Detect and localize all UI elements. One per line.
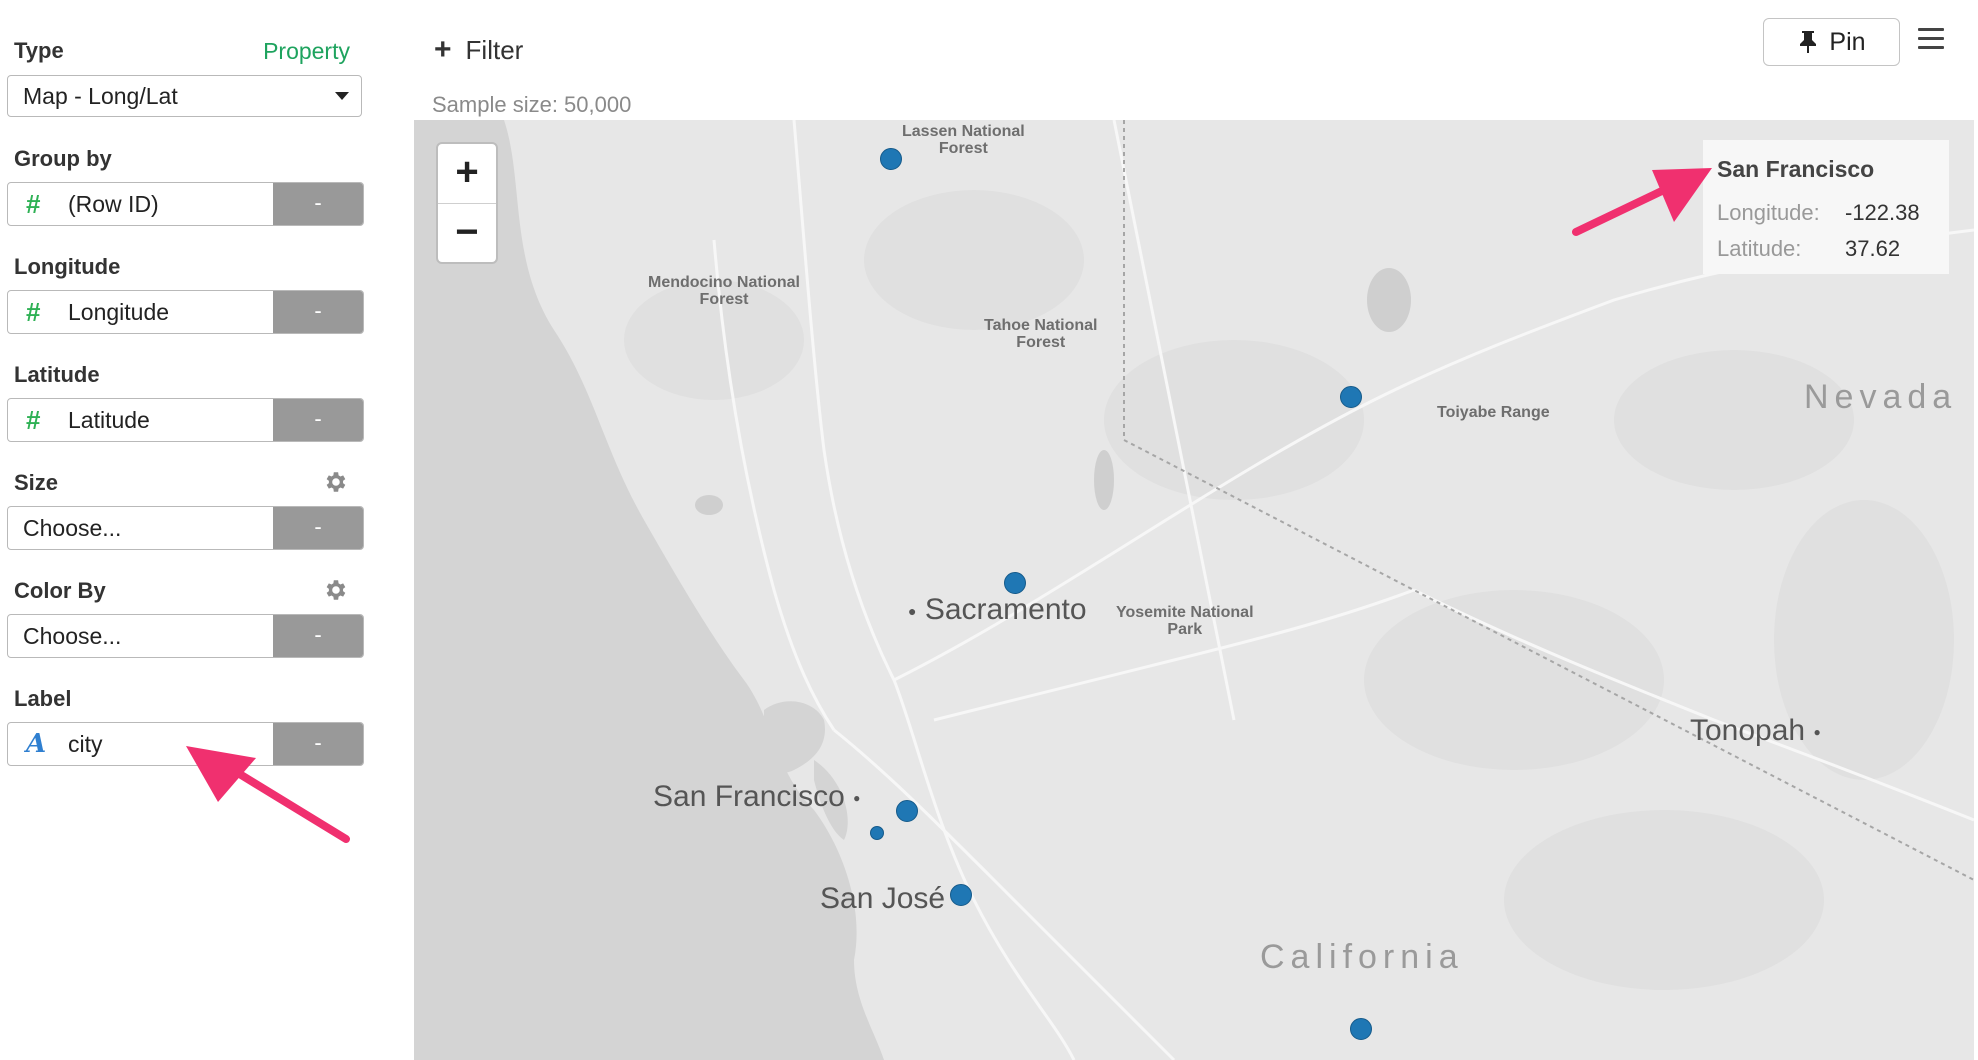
city-sacramento: ● Sacramento [908, 593, 1087, 626]
longitude-label: Longitude [14, 254, 121, 279]
tooltip-longitude-label: Longitude: [1717, 200, 1820, 225]
city-san-jose: San José [820, 882, 946, 915]
place-lassen: Lassen National Forest [902, 123, 1025, 157]
chevron-down-icon [335, 92, 349, 100]
color-settings-gear-icon[interactable] [322, 577, 348, 603]
map-marker[interactable] [1004, 572, 1026, 594]
group-by-remove-button[interactable]: - [273, 183, 363, 225]
pin-label: Pin [1829, 27, 1866, 56]
size-remove-button[interactable]: - [273, 507, 363, 549]
type-label: Type [14, 38, 64, 63]
map-marker[interactable] [870, 826, 884, 840]
latitude-field[interactable]: # Latitude - [7, 398, 364, 442]
size-field[interactable]: Choose... - [7, 506, 364, 550]
number-type-icon: # [26, 297, 41, 327]
plus-icon: + [434, 33, 452, 66]
region-california: California [1260, 938, 1464, 976]
chart-settings-sidebar: Type Property Map - Long/Lat Group by # … [0, 0, 378, 1060]
chart-type-select[interactable]: Map - Long/Lat [7, 75, 362, 117]
map-view[interactable]: Lassen National Forest Mendocino Nationa… [414, 120, 1974, 1060]
map-marker[interactable] [950, 884, 972, 906]
place-toiyabe: Toiyabe Range [1437, 404, 1550, 421]
tooltip-latitude-label: Latitude: [1717, 236, 1802, 261]
latitude-value: Latitude [68, 407, 150, 433]
city-san-francisco: San Francisco ● [653, 780, 861, 813]
place-tahoe: Tahoe National Forest [984, 317, 1098, 351]
number-type-icon: # [26, 189, 41, 219]
latitude-label: Latitude [14, 362, 100, 387]
size-label: Size [14, 470, 59, 495]
pin-icon [1800, 31, 1817, 53]
annotation-arrow-icon [186, 746, 350, 843]
longitude-remove-button[interactable]: - [273, 291, 363, 333]
region-nevada: Nevada [1804, 378, 1958, 416]
text-type-icon: A [26, 729, 47, 759]
chart-type-value: Map - Long/Lat [23, 83, 178, 109]
city-tonopah: Tonopah ● [1690, 714, 1821, 747]
color-by-field[interactable]: Choose... - [7, 614, 364, 658]
group-by-field[interactable]: # (Row ID) - [7, 182, 364, 226]
sample-size-text: Sample size: 50,000 [432, 92, 632, 117]
filter-label: Filter [465, 34, 524, 65]
zoom-control: + − [436, 142, 498, 264]
latitude-remove-button[interactable]: - [273, 399, 363, 441]
tooltip-title: San Francisco [1717, 156, 1875, 182]
map-marker[interactable] [880, 148, 902, 170]
property-link[interactable]: Property [263, 38, 350, 65]
tooltip-longitude-value: -122.38 [1845, 200, 1920, 225]
size-settings-gear-icon[interactable] [322, 469, 348, 495]
label-value: city [68, 731, 103, 757]
group-by-value: (Row ID) [68, 191, 159, 217]
label-label: Label [14, 686, 72, 711]
group-by-label: Group by [14, 146, 112, 171]
longitude-value: Longitude [68, 299, 170, 325]
annotation-arrow-icon [1572, 168, 1712, 236]
filter-button[interactable]: + Filter [434, 32, 523, 68]
zoom-in-button[interactable]: + [438, 144, 496, 204]
map-marker[interactable] [1350, 1018, 1372, 1040]
longitude-field[interactable]: # Longitude - [7, 290, 364, 334]
pin-button[interactable]: Pin [1763, 18, 1900, 66]
place-yosemite: Yosemite National Park [1116, 604, 1254, 638]
hamburger-menu-icon[interactable] [1918, 28, 1944, 54]
place-mendocino: Mendocino National Forest [648, 274, 800, 308]
size-value: Choose... [23, 515, 122, 541]
map-marker[interactable] [896, 800, 918, 822]
zoom-out-button[interactable]: − [438, 204, 496, 263]
map-tooltip: San Francisco Longitude: -122.38 Latitud… [1703, 140, 1949, 274]
color-by-remove-button[interactable]: - [273, 615, 363, 657]
color-by-label: Color By [14, 578, 106, 603]
tooltip-latitude-value: 37.62 [1845, 236, 1901, 261]
number-type-icon: # [26, 405, 41, 435]
map-marker[interactable] [1340, 386, 1362, 408]
color-by-value: Choose... [23, 623, 122, 649]
